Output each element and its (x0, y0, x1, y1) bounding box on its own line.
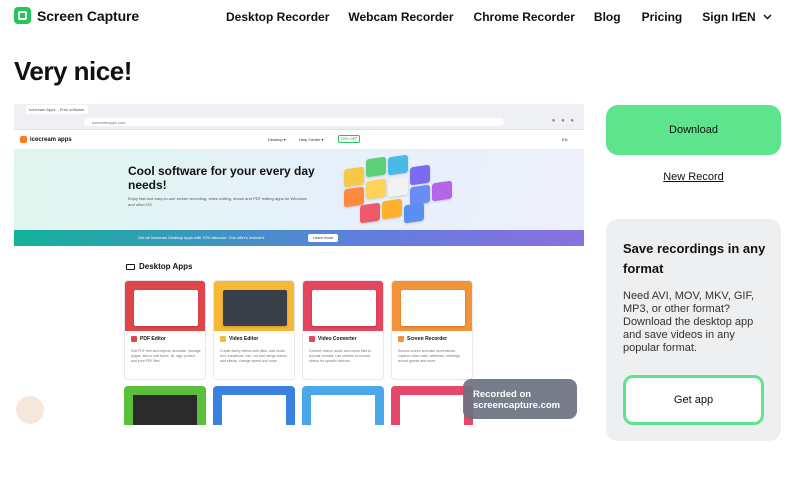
nav-pricing[interactable]: Pricing (642, 10, 683, 24)
save-formats-card: Save recordings in any format Need AVI, … (606, 219, 781, 441)
recording-preview[interactable]: Icecream Apps – Free software icecreamap… (14, 104, 584, 425)
monitor-icon (126, 263, 135, 270)
browser-chrome: Icecream Apps – Free software icecreamap… (14, 104, 584, 130)
browser-url-bar: icecreamapps.com (84, 118, 504, 126)
app-card-thumbnail (124, 386, 206, 425)
page-title: Very nice! (14, 56, 132, 86)
app-card-thumbnail (213, 386, 295, 425)
site-menu-desktop: Desktop ▾ (268, 137, 286, 142)
download-button[interactable]: Download (606, 105, 781, 155)
site-promo-button: Learn more (308, 234, 338, 242)
site-promo-banner: Get all Icecream Desktop Apps with 70% d… (14, 230, 584, 246)
icecream-logo-icon (20, 136, 27, 143)
site-hero: Cool software for your every day needs! … (14, 150, 584, 230)
app-icons-illustration (342, 154, 452, 228)
language-selector[interactable]: EN (739, 10, 772, 24)
site-header: icecream apps Desktop ▾ Help Center ▾ 70… (14, 130, 584, 150)
save-formats-title: Save recordings in any format (623, 241, 766, 276)
get-app-button[interactable]: Get app (623, 375, 764, 425)
app-card: Video Converter Convert videos, audio an… (302, 280, 384, 380)
site-logo: icecream apps (20, 136, 72, 143)
site-section-title: Desktop Apps (126, 262, 193, 271)
site-sale-badge: 70% OFF (338, 135, 360, 143)
decorative-blob (16, 396, 44, 424)
brand-logo[interactable]: Screen Capture (14, 7, 139, 24)
app-card-thumbnail (302, 386, 384, 425)
app-card: Video Editor Create family videos with t… (213, 280, 295, 380)
screen-capture-logo-icon (14, 7, 31, 24)
nav-blog[interactable]: Blog (594, 10, 621, 24)
app-card-thumbnail (391, 386, 473, 425)
browser-menu-icon: ● ● ● (551, 118, 576, 124)
chevron-down-icon (763, 14, 772, 20)
site-promo-text: Get all Icecream Desktop Apps with 70% d… (138, 235, 265, 240)
nav-desktop-recorder[interactable]: Desktop Recorder (226, 10, 329, 24)
nav-links: Desktop Recorder Webcam Recorder Chrome … (226, 10, 742, 24)
browser-tab: Icecream Apps – Free software (26, 105, 88, 114)
nav-sign-in[interactable]: Sign In (702, 10, 742, 24)
site-language: EN (562, 137, 568, 142)
app-card: PDF Editor Edit PDF text and objects, an… (124, 280, 206, 380)
new-record-link[interactable]: New Record (606, 171, 781, 183)
nav-chrome-recorder[interactable]: Chrome Recorder (474, 10, 575, 24)
save-formats-text: Need AVI, MOV, MKV, GIF, MP3, or other f… (623, 290, 755, 354)
top-navigation: Screen Capture Desktop Recorder Webcam R… (0, 0, 800, 34)
brand-name: Screen Capture (37, 7, 140, 24)
recorded-on-watermark: Recorded on screencapture.com (463, 379, 577, 419)
site-menu-help: Help Center ▾ (299, 137, 324, 142)
app-card: Screen Recorder Record screen and take s… (391, 280, 473, 380)
language-label: EN (739, 10, 756, 24)
nav-webcam-recorder[interactable]: Webcam Recorder (348, 10, 453, 24)
site-hero-subtitle: Enjoy fast and easy-to-use screen record… (128, 196, 307, 207)
site-hero-title: Cool software for your every day needs! (128, 164, 315, 192)
